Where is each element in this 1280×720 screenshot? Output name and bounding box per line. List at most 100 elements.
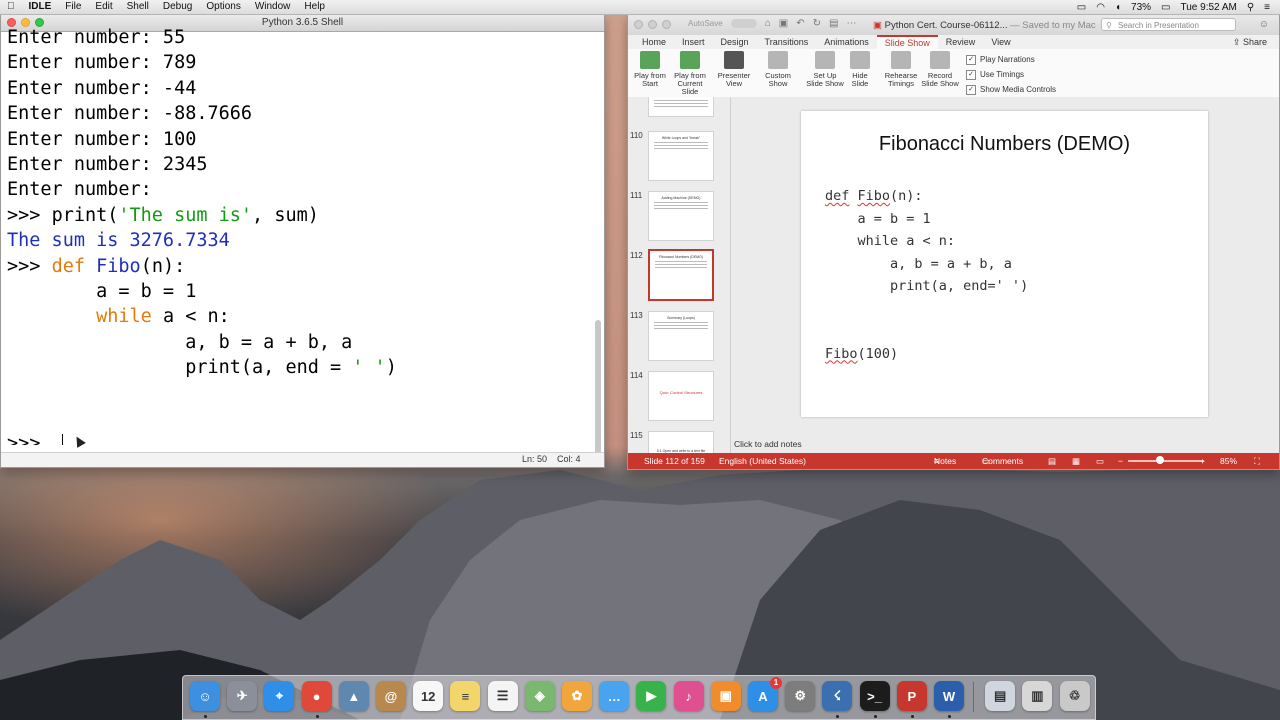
slide-thumbnail-114[interactable]: Quiz: Control Structures bbox=[648, 371, 714, 421]
zoom-in-icon[interactable]: + bbox=[1200, 453, 1205, 469]
maps-icon[interactable]: ◈ bbox=[524, 681, 555, 711]
terminal-icon[interactable]: >_ bbox=[859, 681, 890, 711]
safari-icon[interactable]: ⌖ bbox=[264, 681, 295, 711]
slide-title[interactable]: Fibonacci Numbers (DEMO) bbox=[801, 133, 1208, 156]
use-timings-checkbox[interactable]: ✓ Use Timings bbox=[966, 67, 1056, 82]
spotlight-icon[interactable]: ⚲ bbox=[1247, 2, 1254, 13]
ppt-zoom-button[interactable] bbox=[662, 20, 671, 29]
photos-icon[interactable]: ✿ bbox=[562, 681, 592, 711]
menubar-clock[interactable]: Tue 9:52 AM bbox=[1181, 2, 1237, 13]
tab-insert[interactable]: Insert bbox=[674, 35, 713, 49]
finder-icon[interactable]: ☺ bbox=[190, 681, 220, 711]
slide-thumbnail-112-selected[interactable]: Fibonacci Numbers (DEMO) bbox=[648, 249, 714, 301]
slide-thumbnail-109[interactable] bbox=[648, 97, 714, 117]
home-icon[interactable]: ⌂ bbox=[765, 18, 771, 29]
reading-view-icon[interactable]: ▭ bbox=[1096, 453, 1104, 469]
launchpad-icon[interactable]: ✈ bbox=[227, 681, 258, 711]
tab-home[interactable]: Home bbox=[634, 35, 674, 49]
presenter-view-button[interactable]: Presenter View bbox=[714, 51, 754, 88]
slide-code-block[interactable]: def Fibo(n): a = b = 1 while a < n: a, b… bbox=[825, 185, 1028, 365]
python-idle-icon[interactable]: ☇ bbox=[822, 681, 853, 711]
word-icon[interactable]: W bbox=[934, 681, 964, 711]
zoom-slider-knob[interactable] bbox=[1156, 456, 1164, 464]
save-icon[interactable]: ▣ bbox=[779, 18, 788, 29]
reminders-icon[interactable]: ☰ bbox=[487, 681, 518, 711]
current-slide[interactable]: Fibonacci Numbers (DEMO) def Fibo(n): a … bbox=[801, 111, 1208, 417]
notification-center-icon[interactable]: ≡ bbox=[1264, 2, 1270, 13]
messages-icon[interactable]: … bbox=[599, 681, 630, 711]
set-up-slide-show-button[interactable]: Set Up Slide Show bbox=[804, 51, 846, 88]
battery-icon[interactable]: ▭ bbox=[1161, 2, 1170, 13]
preview-icon[interactable]: ▲ bbox=[338, 681, 369, 711]
slide-thumbnail-115[interactable]: 5.1 Open and write to a text file bbox=[648, 431, 714, 453]
present-icon[interactable]: ▤ bbox=[829, 18, 838, 29]
documents-stack-icon[interactable]: ▥ bbox=[1022, 681, 1053, 711]
ppt-minimize-button[interactable] bbox=[648, 20, 657, 29]
notes-placeholder[interactable]: Click to add notes bbox=[731, 435, 1280, 453]
tab-animations[interactable]: Animations bbox=[816, 35, 877, 49]
downloads-folder-icon[interactable]: ▤ bbox=[985, 681, 1016, 711]
slide-thumbnail-111[interactable]: Adding Machine (DEMO) bbox=[648, 191, 714, 241]
zoom-out-icon[interactable]: − bbox=[1118, 453, 1123, 469]
ppt-close-button[interactable] bbox=[634, 20, 643, 29]
notes-icon[interactable]: ≡ bbox=[450, 681, 481, 711]
more-icon[interactable]: ⋯ bbox=[846, 18, 856, 29]
share-button[interactable]: ⇪ Share bbox=[1233, 35, 1267, 49]
vertical-scrollbar[interactable] bbox=[595, 320, 601, 460]
system-preferences-icon[interactable]: ⚙ bbox=[785, 681, 816, 711]
fit-to-window-icon[interactable]: ⛶ bbox=[1254, 453, 1260, 469]
zoom-level[interactable]: 85% bbox=[1220, 453, 1237, 469]
calendar-icon[interactable]: 12 bbox=[413, 681, 444, 711]
menu-edit[interactable]: Edit bbox=[88, 0, 119, 14]
record-slide-show-button[interactable]: Record Slide Show bbox=[920, 51, 960, 88]
play-from-start-button[interactable]: Play from Start bbox=[632, 51, 668, 88]
menu-debug[interactable]: Debug bbox=[156, 0, 199, 14]
slide-thumbnail-113[interactable]: Summary (Loops) bbox=[648, 311, 714, 361]
ppt-titlebar[interactable]: AutoSave ⌂ ▣ ↶ ↻ ▤ ⋯ ▣ Python Cert. Cour… bbox=[628, 15, 1279, 35]
rehearse-timings-button[interactable]: Rehearse Timings bbox=[882, 51, 920, 88]
tab-view[interactable]: View bbox=[983, 35, 1018, 49]
trash-icon[interactable]: ♲ bbox=[1059, 681, 1090, 711]
zoom-slider[interactable] bbox=[1128, 460, 1204, 462]
ibooks-icon[interactable]: ▣ bbox=[710, 681, 741, 711]
airplay-icon[interactable]: ▭ bbox=[1077, 2, 1086, 13]
normal-view-icon[interactable]: ▤ bbox=[1048, 453, 1056, 469]
apple-menu-icon[interactable]:  bbox=[0, 0, 22, 14]
play-narrations-checkbox[interactable]: ✓ Play Narrations bbox=[966, 52, 1056, 67]
undo-icon[interactable]: ↶ bbox=[796, 18, 804, 29]
slide-sorter-icon[interactable]: ▦ bbox=[1072, 453, 1080, 469]
itunes-icon[interactable]: ♪ bbox=[673, 681, 704, 711]
autosave-toggle[interactable] bbox=[730, 19, 757, 28]
facetime-icon[interactable]: ▶ bbox=[636, 681, 667, 711]
slide-thumbnail-110[interactable]: While Loops and "break" bbox=[648, 131, 714, 181]
wifi-icon[interactable]: ◠ bbox=[1096, 2, 1105, 13]
tab-transitions[interactable]: Transitions bbox=[757, 35, 817, 49]
chrome-icon[interactable]: ● bbox=[301, 681, 332, 711]
shell-text-area[interactable]: Enter number: 55 Enter number: 789 Enter n… bbox=[7, 25, 592, 445]
app-menu-idle[interactable]: IDLE bbox=[22, 0, 59, 14]
menu-help[interactable]: Help bbox=[297, 0, 332, 14]
feedback-smiley-icon[interactable]: ☺ bbox=[1259, 19, 1269, 30]
menu-options[interactable]: Options bbox=[199, 0, 247, 14]
contacts-icon[interactable]: @ bbox=[376, 681, 406, 711]
show-media-controls-checkbox[interactable]: ✓ Show Media Controls bbox=[966, 82, 1056, 97]
language-indicator[interactable]: English (United States) bbox=[719, 453, 806, 469]
appstore-icon[interactable]: A1 bbox=[748, 677, 782, 711]
play-from-current-slide-button[interactable]: Play from Current Slide bbox=[670, 51, 710, 96]
shell-line: while a < n: bbox=[7, 304, 592, 329]
volume-icon[interactable]: ◖ bbox=[1115, 2, 1121, 13]
menu-shell[interactable]: Shell bbox=[120, 0, 156, 14]
slide-thumbnail-pane[interactable]: 110 While Loops and "break" 111 Adding M… bbox=[628, 97, 731, 453]
tab-slide-show[interactable]: Slide Show bbox=[876, 35, 938, 49]
powerpoint-icon[interactable]: P bbox=[896, 681, 927, 711]
search-input[interactable]: ⚲ Search in Presentation bbox=[1101, 18, 1236, 31]
battery-percent[interactable]: 73% bbox=[1131, 2, 1151, 13]
menu-file[interactable]: File bbox=[58, 0, 88, 14]
hide-slide-button[interactable]: Hide Slide bbox=[848, 51, 872, 88]
slide-editing-canvas[interactable]: Fibonacci Numbers (DEMO) def Fibo(n): a … bbox=[731, 97, 1279, 453]
menu-window[interactable]: Window bbox=[248, 0, 298, 14]
redo-icon[interactable]: ↻ bbox=[813, 18, 821, 29]
tab-design[interactable]: Design bbox=[713, 35, 757, 49]
custom-show-button[interactable]: Custom Show bbox=[760, 51, 796, 88]
tab-review[interactable]: Review bbox=[938, 35, 984, 49]
